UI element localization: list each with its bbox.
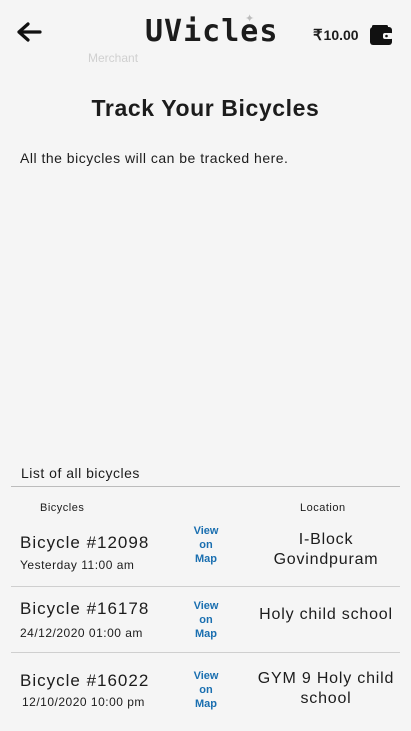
bicycle-location: I-Block Govindpuram <box>273 531 379 568</box>
back-button[interactable] <box>14 18 44 46</box>
divider <box>11 486 400 487</box>
wallet-button[interactable] <box>369 24 393 46</box>
bicycle-name: Bicycle #12098 <box>20 533 150 552</box>
app-logo: UVicles ✦ <box>145 12 277 58</box>
merchant-label: Merchant <box>88 51 139 65</box>
list-item: Bicycle #16178 24/12/2020 01:00 am View … <box>0 587 411 652</box>
list-item: Bicycle #12098 Yesterday 11:00 am View o… <box>0 518 411 586</box>
bicycle-name: Bicycle #16022 <box>20 671 150 690</box>
wallet-balance: ₹ 10.00 <box>313 26 359 44</box>
bicycle-name: Bicycle #16178 <box>20 599 150 618</box>
view-on-map-link[interactable]: View on Map <box>186 524 226 566</box>
sparkle-icon: ✦ <box>245 12 255 25</box>
bicycle-time: 24/12/2020 01:00 am <box>20 626 143 640</box>
logo-text: UVicles <box>145 14 279 49</box>
bicycle-location: GYM 9 Holy child school <box>257 670 395 707</box>
currency-symbol: ₹ <box>313 27 323 44</box>
page-title: Track Your Bicycles <box>91 95 320 121</box>
list-item: Bicycle #16022 12/10/2020 10:00 pm View … <box>0 653 411 731</box>
column-header-location: Location <box>300 502 346 514</box>
view-on-map-link[interactable]: View on Map <box>186 669 226 711</box>
page-subtitle: All the bicycles will can be tracked her… <box>20 150 289 166</box>
column-header-bicycles: Bicycles <box>40 502 85 514</box>
bicycle-location: Holy child school <box>259 606 393 623</box>
arrow-left-icon <box>17 22 42 42</box>
bicycle-time: 12/10/2020 10:00 pm <box>22 695 145 709</box>
app-header: UVicles ✦ Merchant ₹ 10.00 <box>0 0 411 70</box>
view-on-map-link[interactable]: View on Map <box>186 599 226 641</box>
balance-amount: 10.00 <box>323 27 359 43</box>
bicycle-time: Yesterday 11:00 am <box>20 558 135 572</box>
wallet-icon <box>370 25 393 45</box>
list-title: List of all bicycles <box>21 465 140 481</box>
track-bicycles-screen: UVicles ✦ Merchant ₹ 10.00 Track Your Bi… <box>0 0 411 731</box>
